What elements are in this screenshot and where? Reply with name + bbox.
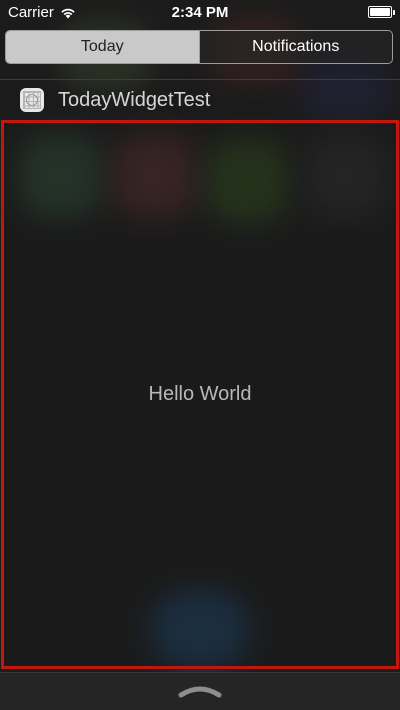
- divider: [0, 79, 400, 80]
- tab-today[interactable]: Today: [6, 31, 200, 63]
- app-icon: [20, 88, 44, 112]
- widget-title: TodayWidgetTest: [58, 88, 211, 111]
- bottom-bar[interactable]: [0, 672, 400, 710]
- notification-center: Carrier 2:34 PM Today Notifications Toda…: [0, 0, 400, 710]
- tab-segmented-control: Today Notifications: [5, 30, 393, 64]
- widget-header[interactable]: TodayWidgetTest: [20, 86, 210, 114]
- clock: 2:34 PM: [171, 4, 229, 21]
- status-bar: Carrier 2:34 PM: [0, 0, 400, 24]
- battery-icon: [368, 6, 395, 18]
- tab-notifications[interactable]: Notifications: [199, 31, 392, 63]
- background-blur: [300, 60, 390, 120]
- chevron-up-icon[interactable]: [177, 682, 223, 698]
- widget-content[interactable]: Hello World: [1, 120, 399, 669]
- hello-label: Hello World: [148, 383, 252, 405]
